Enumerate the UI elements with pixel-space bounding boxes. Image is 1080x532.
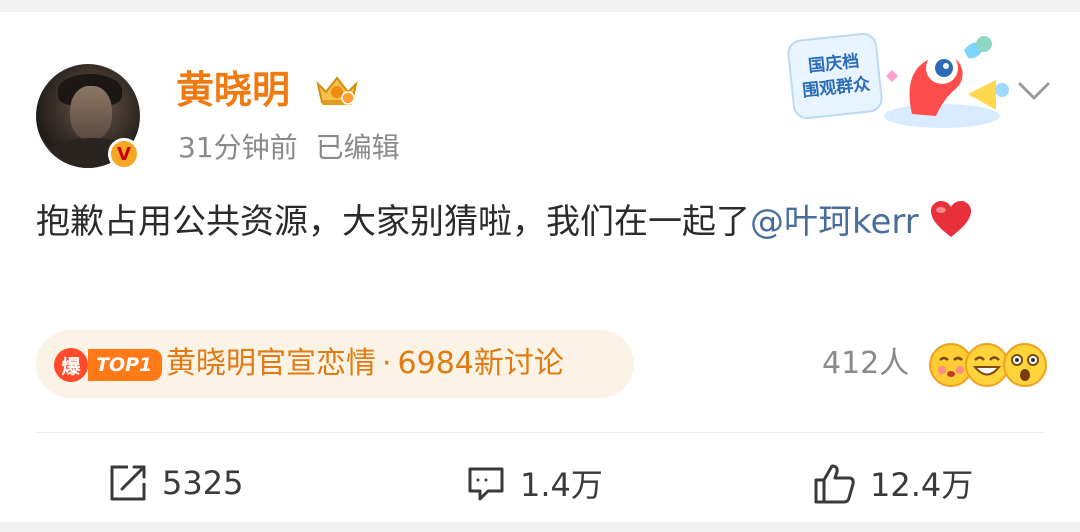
author-name[interactable]: 黄晓明 <box>176 64 290 116</box>
reactions-count[interactable]: 412人 <box>822 342 909 386</box>
post-card: V 黄晓明 31分钟前 已编辑 国庆档 围观群众 抱歉占用公共资源，大家别猜啦，… <box>0 12 1080 522</box>
verified-badge-icon: V <box>108 138 140 170</box>
comment-count: 1.4万 <box>520 466 603 504</box>
edited-label[interactable]: 已编辑 <box>316 131 400 164</box>
post-meta: 31分钟前 已编辑 <box>178 128 400 168</box>
trend-text: 黄晓明官宣恋情 · 6984新讨论 <box>166 342 564 386</box>
mention-link[interactable]: @叶珂kerr <box>750 202 919 242</box>
post-content: 抱歉占用公共资源，大家别猜啦，我们在一起了@叶珂kerr <box>36 194 1046 250</box>
post-text: 抱歉占用公共资源，大家别猜啦，我们在一起了 <box>36 202 750 242</box>
like-button[interactable]: 12.4万 <box>812 458 973 508</box>
post-time: 31分钟前 <box>178 131 298 164</box>
share-count: 5325 <box>162 464 244 502</box>
crown-badge-icon[interactable] <box>314 72 360 108</box>
chevron-down-icon[interactable] <box>1016 74 1052 110</box>
promo-label: 国庆档 围观群众 <box>786 31 884 121</box>
mascot-icon <box>884 36 1009 128</box>
comment-icon <box>468 467 504 501</box>
avatar-face <box>70 86 112 140</box>
thumbs-up-icon <box>814 464 855 504</box>
share-button[interactable]: 5325 <box>108 458 243 508</box>
surprised-emoji-icon <box>1003 343 1047 387</box>
trending-topic[interactable]: 爆 TOP1 黄晓明官宣恋情 · 6984新讨论 <box>36 330 634 398</box>
trend-topic: 黄晓明官宣恋情 <box>166 346 376 381</box>
share-icon <box>110 465 146 501</box>
trend-count: 6984新讨论 <box>397 346 564 381</box>
top-rank-badge: TOP1 <box>88 349 163 381</box>
heart-icon <box>930 201 971 237</box>
hot-badge: 爆 <box>54 348 88 382</box>
trend-separator: · <box>382 346 392 381</box>
comment-button[interactable]: 1.4万 <box>466 458 603 508</box>
like-count: 12.4万 <box>870 466 974 504</box>
promo-banner[interactable]: 国庆档 围观群众 <box>784 30 1024 134</box>
divider <box>36 432 1044 433</box>
